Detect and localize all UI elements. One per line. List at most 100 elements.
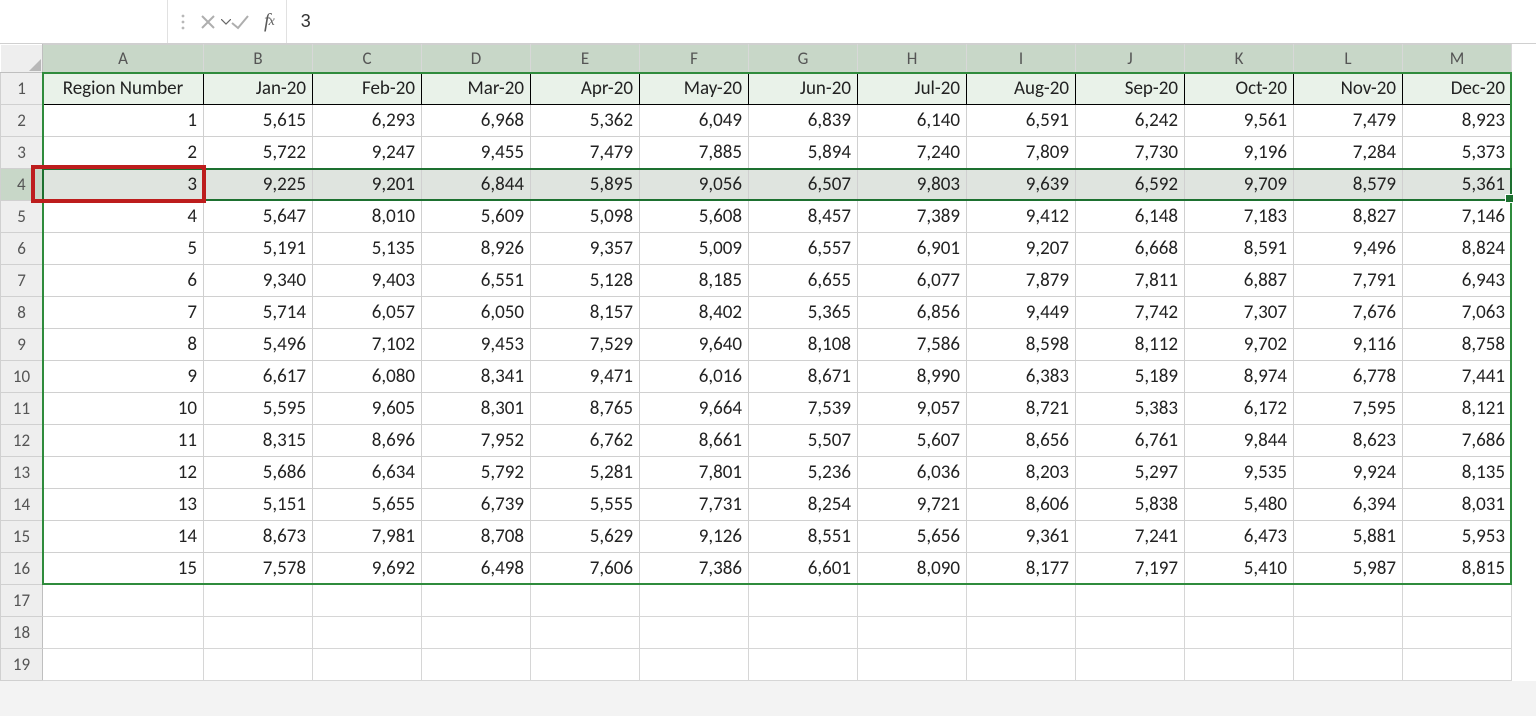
cell-A5[interactable]: 4 — [43, 201, 204, 233]
cell-D11[interactable]: 8,301 — [422, 393, 531, 425]
cell-C17[interactable] — [313, 585, 422, 617]
cell-M2[interactable]: 8,923 — [1403, 105, 1512, 137]
cell-M13[interactable]: 8,135 — [1403, 457, 1512, 489]
cell-J19[interactable] — [1076, 649, 1185, 681]
cell-B15[interactable]: 8,673 — [204, 521, 313, 553]
cell-K17[interactable] — [1185, 585, 1294, 617]
cell-M4[interactable]: 5,361 — [1403, 169, 1512, 201]
cell-A16[interactable]: 15 — [43, 553, 204, 585]
column-header-F[interactable]: F — [640, 45, 749, 73]
cell-I11[interactable]: 8,721 — [967, 393, 1076, 425]
cell-G18[interactable] — [749, 617, 858, 649]
cell-G8[interactable]: 5,365 — [749, 297, 858, 329]
cell-M10[interactable]: 7,441 — [1403, 361, 1512, 393]
cell-H3[interactable]: 7,240 — [858, 137, 967, 169]
cell-L2[interactable]: 7,479 — [1294, 105, 1403, 137]
row-header-2[interactable]: 2 — [1, 105, 43, 137]
cell-header-K[interactable]: Oct-20 — [1185, 73, 1294, 105]
cell-F16[interactable]: 7,386 — [640, 553, 749, 585]
cell-I14[interactable]: 8,606 — [967, 489, 1076, 521]
cell-K4[interactable]: 9,709 — [1185, 169, 1294, 201]
cell-B2[interactable]: 5,615 — [204, 105, 313, 137]
cell-L7[interactable]: 7,791 — [1294, 265, 1403, 297]
cell-C5[interactable]: 8,010 — [313, 201, 422, 233]
cell-B9[interactable]: 5,496 — [204, 329, 313, 361]
cell-C19[interactable] — [313, 649, 422, 681]
cell-D15[interactable]: 8,708 — [422, 521, 531, 553]
cell-J6[interactable]: 6,668 — [1076, 233, 1185, 265]
column-header-M[interactable]: M — [1403, 45, 1512, 73]
cell-B8[interactable]: 5,714 — [204, 297, 313, 329]
cell-K13[interactable]: 9,535 — [1185, 457, 1294, 489]
row-header-14[interactable]: 14 — [1, 489, 43, 521]
column-header-E[interactable]: E — [531, 45, 640, 73]
cell-H7[interactable]: 6,077 — [858, 265, 967, 297]
column-header-J[interactable]: J — [1076, 45, 1185, 73]
cell-I13[interactable]: 8,203 — [967, 457, 1076, 489]
cell-K8[interactable]: 7,307 — [1185, 297, 1294, 329]
cell-A6[interactable]: 5 — [43, 233, 204, 265]
cell-L16[interactable]: 5,987 — [1294, 553, 1403, 585]
cell-D18[interactable] — [422, 617, 531, 649]
cell-G14[interactable]: 8,254 — [749, 489, 858, 521]
cell-B16[interactable]: 7,578 — [204, 553, 313, 585]
cell-G4[interactable]: 6,507 — [749, 169, 858, 201]
cell-M19[interactable] — [1403, 649, 1512, 681]
cell-F19[interactable] — [640, 649, 749, 681]
cell-L13[interactable]: 9,924 — [1294, 457, 1403, 489]
cell-header-E[interactable]: Apr-20 — [531, 73, 640, 105]
cell-I19[interactable] — [967, 649, 1076, 681]
fx-icon[interactable]: fx — [264, 10, 274, 33]
cell-C12[interactable]: 8,696 — [313, 425, 422, 457]
cell-E15[interactable]: 5,629 — [531, 521, 640, 553]
cell-H16[interactable]: 8,090 — [858, 553, 967, 585]
cell-K7[interactable]: 6,887 — [1185, 265, 1294, 297]
cell-header-A[interactable]: Region Number — [43, 73, 204, 105]
cell-J18[interactable] — [1076, 617, 1185, 649]
cell-M11[interactable]: 8,121 — [1403, 393, 1512, 425]
cell-I17[interactable] — [967, 585, 1076, 617]
cell-M3[interactable]: 5,373 — [1403, 137, 1512, 169]
cell-H10[interactable]: 8,990 — [858, 361, 967, 393]
cell-C13[interactable]: 6,634 — [313, 457, 422, 489]
cell-L4[interactable]: 8,579 — [1294, 169, 1403, 201]
row-header-10[interactable]: 10 — [1, 361, 43, 393]
cell-A4[interactable]: 3 — [43, 169, 204, 201]
column-header-C[interactable]: C — [313, 45, 422, 73]
cell-E9[interactable]: 7,529 — [531, 329, 640, 361]
cell-I10[interactable]: 6,383 — [967, 361, 1076, 393]
cell-C3[interactable]: 9,247 — [313, 137, 422, 169]
row-header-3[interactable]: 3 — [1, 137, 43, 169]
row-header-4[interactable]: 4 — [1, 169, 43, 201]
cell-G12[interactable]: 5,507 — [749, 425, 858, 457]
cell-header-L[interactable]: Nov-20 — [1294, 73, 1403, 105]
cell-A8[interactable]: 7 — [43, 297, 204, 329]
cell-A14[interactable]: 13 — [43, 489, 204, 521]
cell-L12[interactable]: 8,623 — [1294, 425, 1403, 457]
cell-J4[interactable]: 6,592 — [1076, 169, 1185, 201]
cell-H2[interactable]: 6,140 — [858, 105, 967, 137]
cell-header-M[interactable]: Dec-20 — [1403, 73, 1512, 105]
cell-I4[interactable]: 9,639 — [967, 169, 1076, 201]
enter-icon[interactable] — [230, 14, 250, 30]
cell-K19[interactable] — [1185, 649, 1294, 681]
cell-C6[interactable]: 5,135 — [313, 233, 422, 265]
cell-G7[interactable]: 6,655 — [749, 265, 858, 297]
cell-M14[interactable]: 8,031 — [1403, 489, 1512, 521]
cell-C18[interactable] — [313, 617, 422, 649]
row-header-12[interactable]: 12 — [1, 425, 43, 457]
cell-L18[interactable] — [1294, 617, 1403, 649]
cell-L17[interactable] — [1294, 585, 1403, 617]
cell-G13[interactable]: 5,236 — [749, 457, 858, 489]
cell-A11[interactable]: 10 — [43, 393, 204, 425]
cell-A13[interactable]: 12 — [43, 457, 204, 489]
cell-header-J[interactable]: Sep-20 — [1076, 73, 1185, 105]
cell-E10[interactable]: 9,471 — [531, 361, 640, 393]
cell-D2[interactable]: 6,968 — [422, 105, 531, 137]
cell-A3[interactable]: 2 — [43, 137, 204, 169]
cell-H17[interactable] — [858, 585, 967, 617]
cell-J17[interactable] — [1076, 585, 1185, 617]
cell-B10[interactable]: 6,617 — [204, 361, 313, 393]
cell-I3[interactable]: 7,809 — [967, 137, 1076, 169]
cell-header-G[interactable]: Jun-20 — [749, 73, 858, 105]
